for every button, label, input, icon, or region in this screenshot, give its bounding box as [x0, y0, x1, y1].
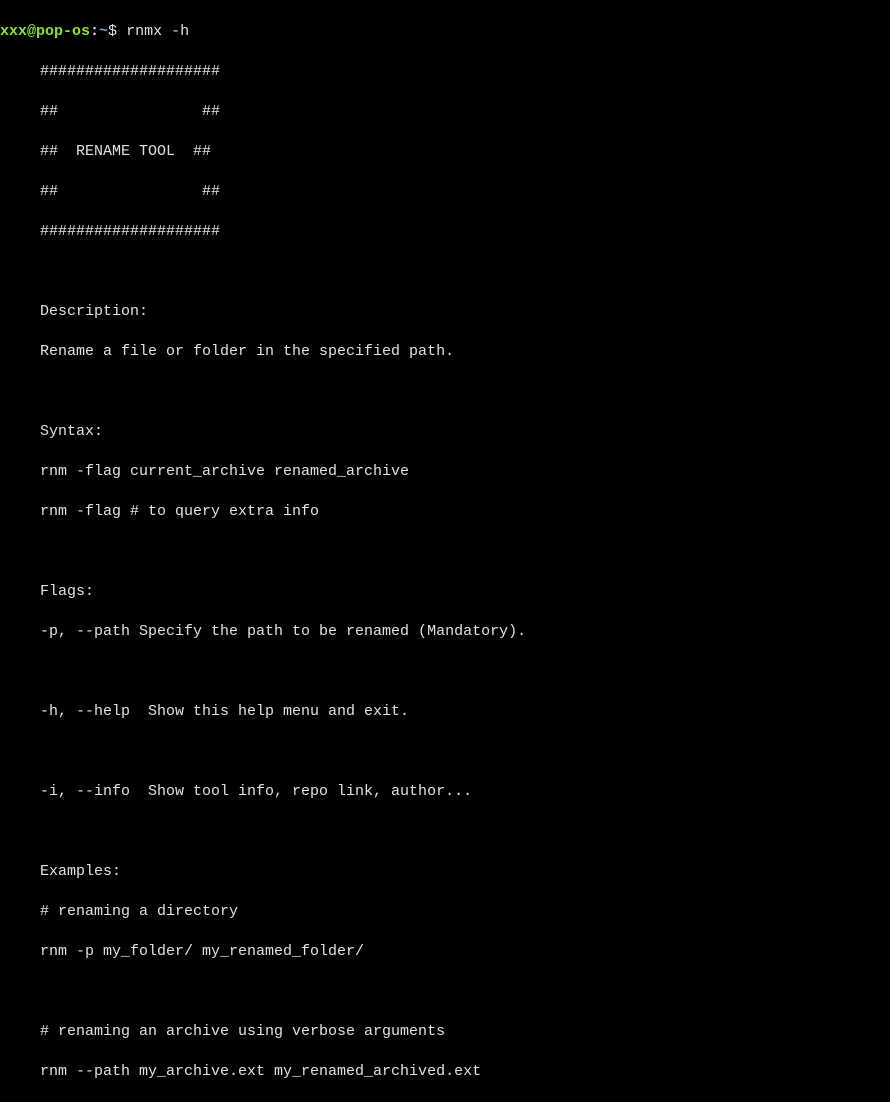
blank-line: [0, 262, 890, 282]
blank-line: [0, 742, 890, 762]
example-2-command: rnm --path my_archive.ext my_renamed_arc…: [0, 1062, 890, 1082]
flag-path: -p, --path Specify the path to be rename…: [0, 622, 890, 642]
blank-line: [0, 542, 890, 562]
examples-heading: Examples:: [0, 862, 890, 882]
prompt-line: xxx@pop-os:~$ rnmx -h: [0, 22, 890, 42]
banner-line-5: ####################: [0, 222, 890, 242]
banner-line-4: ## ##: [0, 182, 890, 202]
command-input: rnmx -h: [126, 23, 189, 40]
example-1-command: rnm -p my_folder/ my_renamed_folder/: [0, 942, 890, 962]
banner-line-3: ## RENAME TOOL ##: [0, 142, 890, 162]
flag-help: -h, --help Show this help menu and exit.: [0, 702, 890, 722]
blank-line: [0, 822, 890, 842]
flag-info: -i, --info Show tool info, repo link, au…: [0, 782, 890, 802]
description-body: Rename a file or folder in the specified…: [0, 342, 890, 362]
terminal[interactable]: xxx@pop-os:~$ rnmx -h ##################…: [0, 2, 890, 1102]
prompt-tilde: ~: [99, 23, 108, 40]
syntax-line-1: rnm -flag current_archive renamed_archiv…: [0, 462, 890, 482]
description-heading: Description:: [0, 302, 890, 322]
blank-line: [0, 982, 890, 1002]
blank-line: [0, 662, 890, 682]
banner-line-2: ## ##: [0, 102, 890, 122]
example-2-comment: # renaming an archive using verbose argu…: [0, 1022, 890, 1042]
syntax-line-2: rnm -flag # to query extra info: [0, 502, 890, 522]
blank-line: [0, 382, 890, 402]
prompt-user: xxx@pop-os: [0, 23, 90, 40]
example-1-comment: # renaming a directory: [0, 902, 890, 922]
prompt-dollar: $: [108, 23, 126, 40]
flags-heading: Flags:: [0, 582, 890, 602]
banner-line-1: ####################: [0, 62, 890, 82]
prompt-colon: :: [90, 23, 99, 40]
syntax-heading: Syntax:: [0, 422, 890, 442]
